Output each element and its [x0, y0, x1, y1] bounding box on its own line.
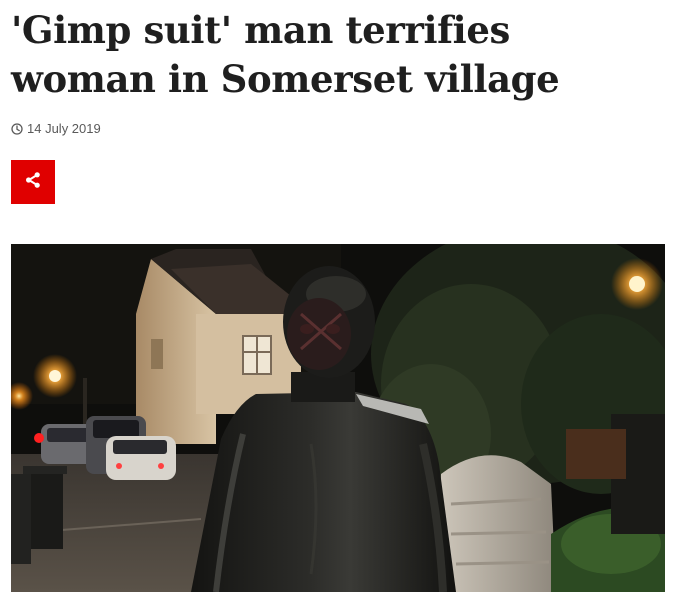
article-photo — [11, 244, 665, 592]
headline-line-2: woman in Somerset village — [11, 57, 560, 101]
headline-line-1: 'Gimp suit' man terrifies — [11, 8, 510, 52]
clock-icon — [11, 122, 23, 135]
article-headline: 'Gimp suit' man terrifies woman in Somer… — [11, 6, 651, 104]
share-icon — [24, 171, 42, 193]
share-button[interactable] — [11, 160, 55, 204]
article-dateline: 14 July 2019 — [11, 121, 101, 136]
article-date: 14 July 2019 — [27, 121, 101, 136]
